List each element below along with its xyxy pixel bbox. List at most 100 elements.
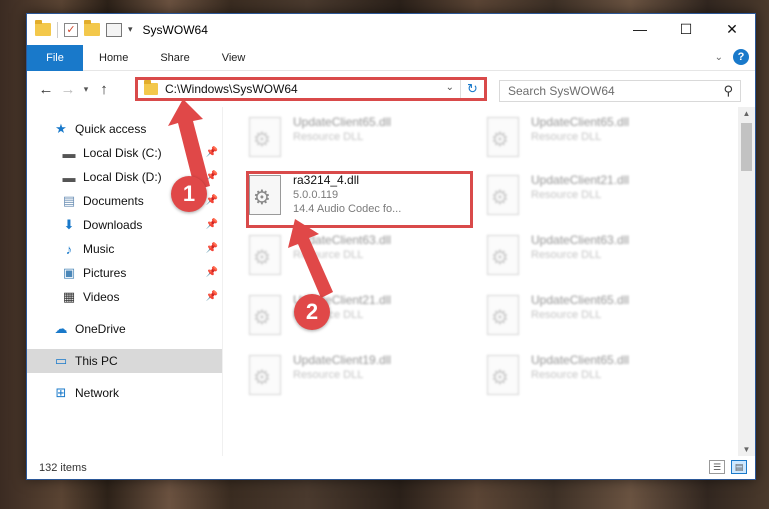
sidebar-item-onedrive[interactable]: ☁ OneDrive — [27, 317, 222, 341]
music-note-icon: ♪ — [65, 241, 73, 257]
navigation-bar: ← → ▾ ↑ C:\Windows\SysWOW64 ⌄ ↻ Search S… — [27, 71, 755, 107]
toolbar-dropdown-icon[interactable]: ▾ — [128, 24, 133, 35]
highlight-frame-file — [246, 171, 473, 228]
file-type: Resource DLL — [531, 189, 602, 201]
explorer-window: ✓ ▾ SysWOW64 — ☐ ✕ File Home Share View … — [26, 13, 756, 480]
pin-icon[interactable]: 📌 — [206, 171, 218, 182]
help-icon[interactable]: ? — [733, 49, 749, 65]
address-path[interactable]: C:\Windows\SysWOW64 — [165, 82, 298, 96]
annotation-badge-1: 1 — [171, 176, 207, 212]
sidebar-item-network[interactable]: ⊞ Network — [27, 381, 222, 405]
pin-icon[interactable]: 📌 — [206, 267, 218, 278]
sidebar-item-label: Downloads — [83, 218, 143, 232]
quick-access-toolbar: ✓ ▾ — [27, 20, 133, 38]
annotation-badge-2: 2 — [294, 294, 330, 330]
tab-file[interactable]: File — [27, 44, 83, 71]
tiles-view-icon[interactable]: ▤ — [731, 460, 747, 474]
cloud-icon: ☁ — [54, 321, 68, 336]
file-name: UpdateClient65.dll — [293, 115, 392, 129]
sidebar-item-pictures[interactable]: ▣ Pictures 📌 — [27, 261, 222, 285]
list-item[interactable]: UpdateClient63.dll Resource DLL — [487, 233, 707, 281]
address-dropdown-icon[interactable]: ⌄ — [446, 82, 454, 93]
pin-icon[interactable]: 📌 — [206, 243, 218, 254]
scroll-up-icon[interactable]: ▲ — [738, 109, 755, 118]
customize-toolbar-icon[interactable] — [106, 22, 122, 37]
new-folder-icon[interactable] — [84, 20, 100, 36]
pin-icon[interactable]: 📌 — [206, 195, 218, 206]
close-button[interactable]: ✕ — [709, 14, 755, 44]
address-folder-icon — [144, 80, 158, 95]
list-item[interactable]: UpdateClient65.dll Resource DLL — [487, 293, 707, 341]
network-icon: ⊞ — [55, 385, 67, 400]
file-type: Resource DLL — [293, 249, 364, 261]
file-name: UpdateClient65.dll — [531, 115, 630, 129]
refresh-icon[interactable]: ↻ — [460, 80, 484, 98]
dll-file-icon — [487, 355, 519, 395]
drive-icon: ▬ — [62, 169, 76, 185]
film-icon: ▦ — [62, 289, 76, 304]
pictures-icon: ▣ — [62, 265, 76, 280]
minimize-button[interactable]: — — [617, 14, 663, 44]
monitor-icon: ▭ — [54, 353, 68, 368]
sidebar-item-videos[interactable]: ▦ Videos 📌 — [27, 285, 222, 309]
expand-ribbon-icon[interactable]: ⌄ — [715, 52, 723, 63]
title-bar: ✓ ▾ SysWOW64 — ☐ ✕ — [27, 14, 755, 45]
scrollbar-thumb[interactable] — [741, 123, 752, 171]
pin-icon[interactable]: 📌 — [206, 147, 218, 158]
documents-icon: ▤ — [62, 193, 76, 208]
properties-check-icon[interactable]: ✓ — [64, 22, 78, 37]
navigation-pane: ★ Quick access ▬ Local Disk (C:) 📌 ▬ Loc… — [27, 107, 223, 456]
dll-file-icon — [487, 117, 519, 157]
sidebar-item-label: Local Disk (C:) — [83, 146, 162, 160]
file-list: UpdateClient65.dll Resource DLL UpdateCli… — [223, 107, 755, 456]
sidebar-item-local-disk-c[interactable]: ▬ Local Disk (C:) 📌 — [27, 141, 222, 165]
list-item[interactable]: UpdateClient21.dllResource DLL — [487, 173, 707, 221]
pin-icon[interactable]: 📌 — [206, 291, 218, 302]
list-item[interactable]: UpdateClient65.dll Resource DLL — [487, 115, 707, 163]
tab-view[interactable]: View — [206, 52, 262, 64]
search-placeholder: Search SysWOW64 — [508, 84, 615, 98]
search-input[interactable]: Search SysWOW64 ⚲ — [499, 80, 741, 102]
sidebar-item-music[interactable]: ♪ Music 📌 — [27, 237, 222, 261]
sidebar-item-quick-access[interactable]: ★ Quick access — [27, 117, 222, 141]
details-view-icon[interactable]: ☰ — [709, 460, 725, 474]
file-type: Resource DLL — [293, 131, 364, 143]
view-toggle: ☰ ▤ — [709, 460, 747, 474]
tab-share[interactable]: Share — [144, 52, 205, 64]
up-arrow-icon[interactable]: ↑ — [93, 81, 115, 98]
dll-file-icon — [249, 235, 281, 275]
list-item[interactable]: UpdateClient65.dll Resource DLL — [487, 353, 707, 401]
search-icon[interactable]: ⚲ — [723, 83, 733, 99]
recent-locations-icon[interactable]: ▾ — [79, 84, 93, 95]
back-arrow-icon[interactable]: ← — [35, 81, 57, 98]
sidebar-item-label: Documents — [83, 194, 144, 208]
file-name: UpdateClient63.dll — [531, 233, 630, 247]
list-item[interactable]: UpdateClient63.dll Resource DLL — [249, 233, 469, 281]
sidebar-item-this-pc[interactable]: ▭ This PC — [27, 349, 222, 373]
file-name: UpdateClient65.dll — [531, 353, 630, 367]
sidebar-item-label: Local Disk (D:) — [83, 170, 162, 184]
list-item[interactable]: UpdateClient19.dll Resource DLL — [249, 353, 469, 401]
file-type: Resource DLL — [531, 309, 602, 321]
list-item[interactable]: UpdateClient21.dllResource DLL — [249, 293, 469, 341]
file-name: UpdateClient63.dll — [293, 233, 392, 247]
sidebar-item-label: This PC — [75, 354, 118, 368]
address-bar[interactable]: C:\Windows\SysWOW64 ⌄ ↻ — [135, 77, 487, 101]
vertical-scrollbar[interactable]: ▲ ▼ — [738, 107, 755, 456]
maximize-button[interactable]: ☐ — [663, 14, 709, 44]
sidebar-item-label: Pictures — [83, 266, 127, 280]
file-name: UpdateClient65.dll — [531, 293, 630, 307]
sidebar-item-downloads[interactable]: ⬇ Downloads 📌 — [27, 213, 222, 237]
toolbar-separator — [57, 21, 58, 38]
list-item[interactable]: UpdateClient65.dll Resource DLL — [249, 115, 469, 163]
file-name: UpdateClient19.dll — [293, 353, 392, 367]
tab-home[interactable]: Home — [83, 52, 144, 64]
scroll-down-icon[interactable]: ▼ — [738, 445, 755, 454]
ribbon: File Home Share View ⌄ ? — [27, 44, 755, 71]
download-arrow-icon: ⬇ — [63, 217, 75, 232]
forward-arrow-icon[interactable]: → — [57, 81, 79, 98]
sidebar-item-label: Network — [75, 386, 120, 400]
pin-icon[interactable]: 📌 — [206, 219, 218, 230]
drive-icon: ▬ — [62, 145, 76, 161]
